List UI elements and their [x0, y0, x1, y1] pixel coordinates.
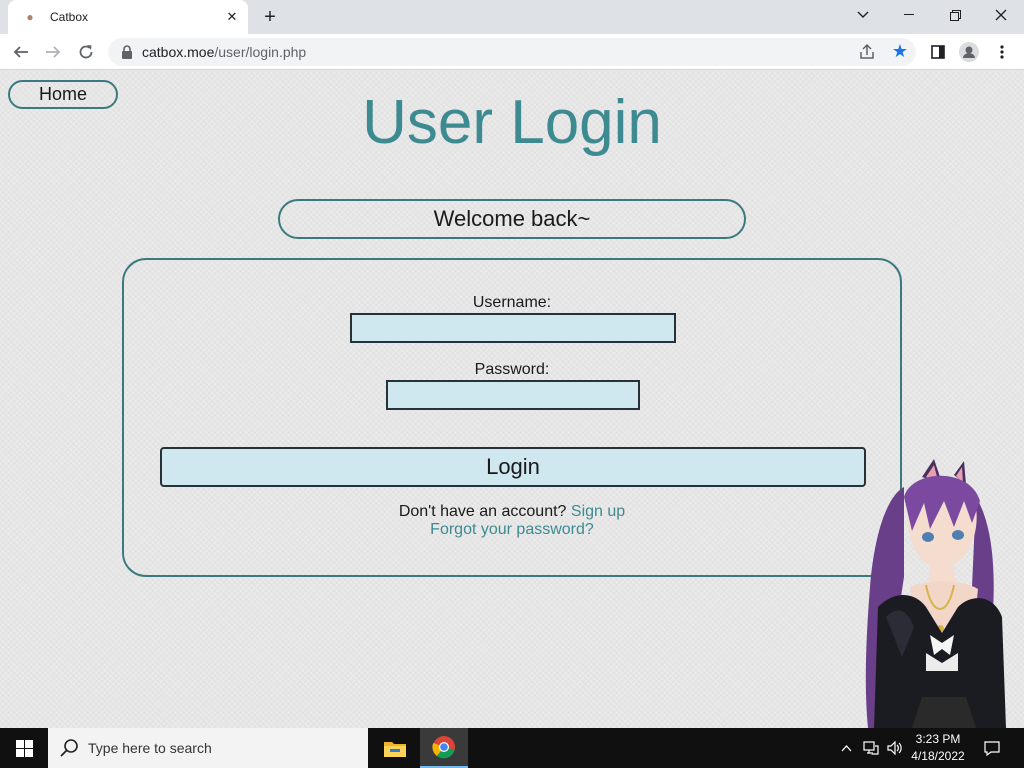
star-icon[interactable]: ★	[892, 41, 908, 62]
signup-link[interactable]: Sign up	[571, 503, 625, 520]
username-input[interactable]	[350, 313, 676, 343]
url-text: catbox.moe/user/login.php	[142, 44, 306, 60]
reload-icon[interactable]	[74, 40, 98, 64]
network-icon[interactable]	[860, 728, 882, 768]
chrome-icon[interactable]	[420, 728, 468, 768]
share-icon[interactable]	[858, 43, 876, 61]
search-placeholder: Type here to search	[88, 740, 212, 756]
address-bar[interactable]: catbox.moe/user/login.php ★	[108, 38, 916, 66]
lock-icon[interactable]	[120, 44, 134, 60]
browser-titlebar: ● Catbox ✕ +	[0, 0, 1024, 34]
tab-title: Catbox	[50, 10, 89, 24]
clock-date: 4/18/2022	[911, 749, 965, 763]
taskbar: Type here to search 3:23 PM 4/18/2022	[0, 728, 1024, 768]
clock-time: 3:23 PM	[915, 732, 961, 746]
forward-icon[interactable]	[41, 40, 65, 64]
password-label: Password:	[474, 361, 550, 378]
taskbar-clock[interactable]: 3:23 PM 4/18/2022	[906, 731, 970, 765]
volume-icon[interactable]	[884, 728, 906, 768]
close-tab-icon[interactable]: ✕	[224, 9, 240, 25]
page-title: User Login	[362, 88, 662, 157]
username-label: Username:	[472, 294, 552, 311]
search-icon	[60, 739, 78, 757]
windows-start-icon[interactable]	[0, 728, 48, 768]
side-panel-icon[interactable]	[928, 42, 948, 62]
minimize-icon[interactable]	[886, 0, 932, 30]
mascot-illustration	[865, 459, 1006, 728]
password-input[interactable]	[386, 380, 640, 410]
notification-icon[interactable]	[978, 728, 1006, 768]
forgot-line: Forgot your password?	[124, 521, 900, 539]
no-account-text: Don't have an account?	[398, 503, 567, 520]
profile-icon[interactable]	[959, 42, 979, 62]
login-form: Username: Password: Login Don't have an …	[122, 258, 902, 577]
login-button[interactable]: Login	[160, 447, 866, 487]
back-icon[interactable]	[9, 40, 33, 64]
close-window-icon[interactable]	[978, 0, 1024, 30]
taskbar-search[interactable]: Type here to search	[48, 728, 368, 768]
favicon-icon: ●	[26, 10, 34, 24]
restore-icon[interactable]	[932, 0, 978, 30]
url-host: catbox.moe	[142, 44, 215, 60]
url-path: /user/login.php	[214, 44, 307, 60]
browser-tab[interactable]: ● Catbox ✕	[8, 0, 248, 34]
page-content: Home User Login Welcome back~ Username: …	[0, 71, 1024, 728]
welcome-banner: Welcome back~	[278, 199, 746, 239]
browser-toolbar: catbox.moe/user/login.php ★	[0, 34, 1024, 70]
tray-chevron-icon[interactable]	[836, 728, 856, 768]
new-tab-icon[interactable]: +	[258, 6, 282, 30]
chevron-down-icon[interactable]	[840, 0, 886, 30]
menu-icon[interactable]	[992, 42, 1012, 62]
signup-line: Don't have an account? Sign up	[124, 503, 900, 521]
file-explorer-icon[interactable]	[371, 728, 419, 768]
forgot-password-link[interactable]: Forgot your password?	[430, 521, 594, 538]
